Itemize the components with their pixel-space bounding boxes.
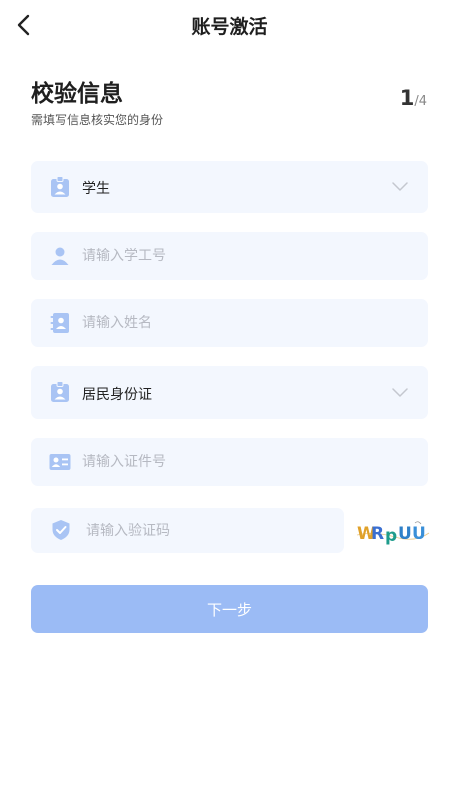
svg-text:U: U bbox=[398, 524, 412, 544]
svg-text:p: p bbox=[385, 526, 397, 546]
id-type-select[interactable]: 居民身份证 bbox=[31, 366, 428, 419]
identity-type-select[interactable]: 学生 bbox=[31, 161, 428, 213]
contact-book-icon bbox=[50, 313, 69, 333]
svg-text:R: R bbox=[371, 524, 384, 544]
badge-icon bbox=[51, 176, 69, 197]
svg-text:U: U bbox=[412, 524, 426, 544]
step-total: 4 bbox=[418, 94, 427, 109]
student-id-input[interactable] bbox=[82, 248, 382, 264]
next-button[interactable]: 下一步 bbox=[31, 585, 428, 633]
section-title: 校验信息 bbox=[31, 81, 123, 107]
badge-icon bbox=[51, 381, 69, 402]
step-current: 1 bbox=[399, 86, 415, 110]
user-icon bbox=[51, 247, 69, 265]
chevron-down-icon bbox=[392, 388, 408, 397]
identity-type-value: 学生 bbox=[82, 181, 110, 197]
id-card-icon bbox=[49, 454, 71, 470]
section-subtitle: 需填写信息核实您的身份 bbox=[31, 113, 164, 127]
id-number-input[interactable] bbox=[82, 454, 382, 470]
verify-code-field[interactable] bbox=[31, 508, 344, 553]
student-id-field[interactable] bbox=[31, 232, 428, 280]
name-field[interactable] bbox=[31, 299, 428, 347]
id-type-value: 居民身份证 bbox=[82, 387, 152, 403]
page-title: 账号激活 bbox=[191, 16, 268, 38]
captcha-image[interactable]: W R p U U bbox=[355, 517, 431, 547]
chevron-down-icon bbox=[392, 182, 408, 191]
name-input[interactable] bbox=[82, 315, 382, 331]
verify-code-input[interactable] bbox=[86, 523, 326, 539]
shield-check-icon bbox=[52, 520, 70, 540]
step-indicator: 1/4 bbox=[400, 86, 427, 110]
id-number-field[interactable] bbox=[31, 438, 428, 486]
nav-bar: 账号激活 bbox=[0, 0, 459, 50]
